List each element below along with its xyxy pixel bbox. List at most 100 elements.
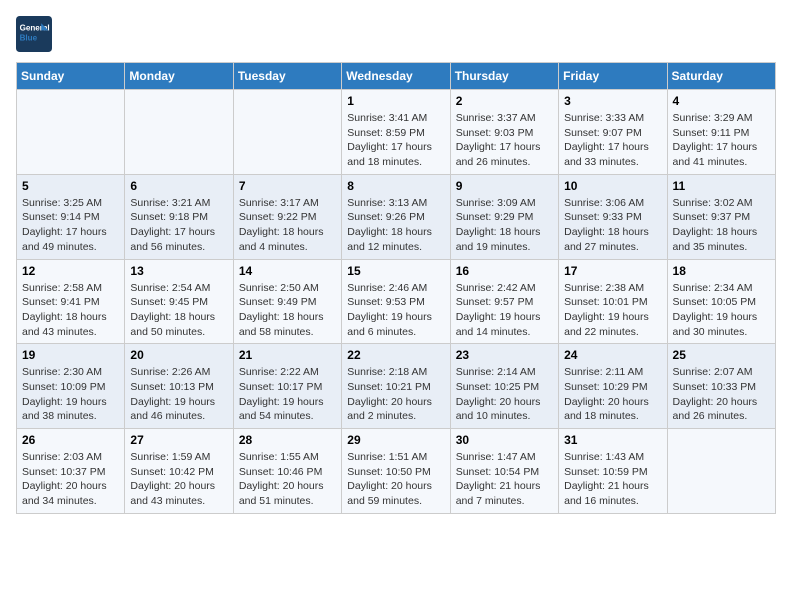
day-detail: Sunrise: 1:51 AM Sunset: 10:50 PM Daylig… (347, 450, 444, 509)
calendar-cell: 8 Sunrise: 3:13 AM Sunset: 9:26 PM Daylig… (342, 174, 450, 259)
calendar-header-row: SundayMondayTuesdayWednesdayThursdayFrid… (17, 63, 776, 90)
day-number: 3 (564, 94, 661, 108)
day-number: 30 (456, 433, 553, 447)
calendar-cell: 13 Sunrise: 2:54 AM Sunset: 9:45 PM Dayli… (125, 259, 233, 344)
day-number: 31 (564, 433, 661, 447)
day-detail: Sunrise: 2:11 AM Sunset: 10:29 PM Daylig… (564, 365, 661, 424)
calendar-cell: 2Sunrise: 3:37 AM Sunset: 9:03 PM Daylig… (450, 90, 558, 175)
calendar-cell: 24 Sunrise: 2:11 AM Sunset: 10:29 PM Dayl… (559, 344, 667, 429)
day-number: 9 (456, 179, 553, 193)
calendar-cell: 26 Sunrise: 2:03 AM Sunset: 10:37 PM Dayl… (17, 429, 125, 514)
day-detail: Sunrise: 3:09 AM Sunset: 9:29 PM Dayligh… (456, 196, 553, 255)
calendar-cell: 21 Sunrise: 2:22 AM Sunset: 10:17 PM Dayl… (233, 344, 341, 429)
calendar-cell: 16Sunrise: 2:42 AM Sunset: 9:57 PM Dayli… (450, 259, 558, 344)
day-detail: Sunrise: 2:22 AM Sunset: 10:17 PM Daylig… (239, 365, 336, 424)
calendar-cell: 28 Sunrise: 1:55 AM Sunset: 10:46 PM Dayl… (233, 429, 341, 514)
svg-text:Blue: Blue (20, 33, 38, 42)
day-number: 27 (130, 433, 227, 447)
day-number: 15 (347, 264, 444, 278)
day-number: 22 (347, 348, 444, 362)
day-number: 2 (456, 94, 553, 108)
col-header-monday: Monday (125, 63, 233, 90)
calendar-cell (17, 90, 125, 175)
calendar-table: SundayMondayTuesdayWednesdayThursdayFrid… (16, 62, 776, 514)
day-detail: Sunrise: 1:55 AM Sunset: 10:46 PM Daylig… (239, 450, 336, 509)
calendar-cell: 23Sunrise: 2:14 AM Sunset: 10:25 PM Dayl… (450, 344, 558, 429)
page-header: General Blue (16, 16, 776, 52)
calendar-cell: 3 Sunrise: 3:33 AM Sunset: 9:07 PM Daylig… (559, 90, 667, 175)
day-number: 10 (564, 179, 661, 193)
calendar-cell: 5 Sunrise: 3:25 AM Sunset: 9:14 PM Daylig… (17, 174, 125, 259)
day-number: 7 (239, 179, 336, 193)
col-header-sunday: Sunday (17, 63, 125, 90)
calendar-cell: 10 Sunrise: 3:06 AM Sunset: 9:33 PM Dayli… (559, 174, 667, 259)
calendar-cell: 14 Sunrise: 2:50 AM Sunset: 9:49 PM Dayli… (233, 259, 341, 344)
day-detail: Sunrise: 3:17 AM Sunset: 9:22 PM Dayligh… (239, 196, 336, 255)
day-number: 17 (564, 264, 661, 278)
day-detail: Sunrise: 2:26 AM Sunset: 10:13 PM Daylig… (130, 365, 227, 424)
day-detail: Sunrise: 3:29 AM Sunset: 9:11 PM Dayligh… (673, 111, 770, 170)
calendar-cell: 6Sunrise: 3:21 AM Sunset: 9:18 PM Daylig… (125, 174, 233, 259)
calendar-cell: 20Sunrise: 2:26 AM Sunset: 10:13 PM Dayl… (125, 344, 233, 429)
day-detail: Sunrise: 2:34 AM Sunset: 10:05 PM Daylig… (673, 281, 770, 340)
day-detail: Sunrise: 2:30 AM Sunset: 10:09 PM Daylig… (22, 365, 119, 424)
day-detail: Sunrise: 3:41 AM Sunset: 8:59 PM Dayligh… (347, 111, 444, 170)
col-header-saturday: Saturday (667, 63, 775, 90)
day-number: 4 (673, 94, 770, 108)
calendar-cell (667, 429, 775, 514)
calendar-cell: 18 Sunrise: 2:34 AM Sunset: 10:05 PM Dayl… (667, 259, 775, 344)
day-detail: Sunrise: 2:54 AM Sunset: 9:45 PM Dayligh… (130, 281, 227, 340)
calendar-cell: 12 Sunrise: 2:58 AM Sunset: 9:41 PM Dayli… (17, 259, 125, 344)
day-number: 14 (239, 264, 336, 278)
calendar-week-row: 19 Sunrise: 2:30 AM Sunset: 10:09 PM Dayl… (17, 344, 776, 429)
day-detail: Sunrise: 3:02 AM Sunset: 9:37 PM Dayligh… (673, 196, 770, 255)
calendar-cell: 27 Sunrise: 1:59 AM Sunset: 10:42 PM Dayl… (125, 429, 233, 514)
day-detail: Sunrise: 2:46 AM Sunset: 9:53 PM Dayligh… (347, 281, 444, 340)
day-number: 24 (564, 348, 661, 362)
day-detail: Sunrise: 1:59 AM Sunset: 10:42 PM Daylig… (130, 450, 227, 509)
day-detail: Sunrise: 3:06 AM Sunset: 9:33 PM Dayligh… (564, 196, 661, 255)
calendar-cell: 22 Sunrise: 2:18 AM Sunset: 10:21 PM Dayl… (342, 344, 450, 429)
calendar-week-row: 26 Sunrise: 2:03 AM Sunset: 10:37 PM Dayl… (17, 429, 776, 514)
day-detail: Sunrise: 2:38 AM Sunset: 10:01 PM Daylig… (564, 281, 661, 340)
day-detail: Sunrise: 2:03 AM Sunset: 10:37 PM Daylig… (22, 450, 119, 509)
logo: General Blue (16, 16, 58, 52)
day-number: 19 (22, 348, 119, 362)
day-detail: Sunrise: 3:21 AM Sunset: 9:18 PM Dayligh… (130, 196, 227, 255)
calendar-cell: 1 Sunrise: 3:41 AM Sunset: 8:59 PM Daylig… (342, 90, 450, 175)
calendar-cell (125, 90, 233, 175)
day-number: 25 (673, 348, 770, 362)
calendar-cell: 9 Sunrise: 3:09 AM Sunset: 9:29 PM Daylig… (450, 174, 558, 259)
day-number: 8 (347, 179, 444, 193)
calendar-cell: 31 Sunrise: 1:43 AM Sunset: 10:59 PM Dayl… (559, 429, 667, 514)
day-detail: Sunrise: 2:18 AM Sunset: 10:21 PM Daylig… (347, 365, 444, 424)
day-number: 13 (130, 264, 227, 278)
day-number: 26 (22, 433, 119, 447)
day-detail: Sunrise: 2:50 AM Sunset: 9:49 PM Dayligh… (239, 281, 336, 340)
calendar-cell: 7 Sunrise: 3:17 AM Sunset: 9:22 PM Daylig… (233, 174, 341, 259)
day-detail: Sunrise: 3:25 AM Sunset: 9:14 PM Dayligh… (22, 196, 119, 255)
day-number: 23 (456, 348, 553, 362)
day-number: 18 (673, 264, 770, 278)
calendar-week-row: 5 Sunrise: 3:25 AM Sunset: 9:14 PM Daylig… (17, 174, 776, 259)
calendar-cell: 17 Sunrise: 2:38 AM Sunset: 10:01 PM Dayl… (559, 259, 667, 344)
calendar-cell: 15 Sunrise: 2:46 AM Sunset: 9:53 PM Dayli… (342, 259, 450, 344)
col-header-thursday: Thursday (450, 63, 558, 90)
day-number: 12 (22, 264, 119, 278)
calendar-cell (233, 90, 341, 175)
day-number: 1 (347, 94, 444, 108)
calendar-week-row: 1 Sunrise: 3:41 AM Sunset: 8:59 PM Daylig… (17, 90, 776, 175)
day-detail: Sunrise: 3:13 AM Sunset: 9:26 PM Dayligh… (347, 196, 444, 255)
day-number: 28 (239, 433, 336, 447)
day-number: 5 (22, 179, 119, 193)
day-detail: Sunrise: 2:07 AM Sunset: 10:33 PM Daylig… (673, 365, 770, 424)
day-detail: Sunrise: 1:43 AM Sunset: 10:59 PM Daylig… (564, 450, 661, 509)
calendar-cell: 19 Sunrise: 2:30 AM Sunset: 10:09 PM Dayl… (17, 344, 125, 429)
day-number: 21 (239, 348, 336, 362)
day-number: 29 (347, 433, 444, 447)
day-detail: Sunrise: 1:47 AM Sunset: 10:54 PM Daylig… (456, 450, 553, 509)
day-detail: Sunrise: 3:33 AM Sunset: 9:07 PM Dayligh… (564, 111, 661, 170)
day-detail: Sunrise: 2:42 AM Sunset: 9:57 PM Dayligh… (456, 281, 553, 340)
logo-icon: General Blue (16, 16, 52, 52)
day-detail: Sunrise: 2:58 AM Sunset: 9:41 PM Dayligh… (22, 281, 119, 340)
